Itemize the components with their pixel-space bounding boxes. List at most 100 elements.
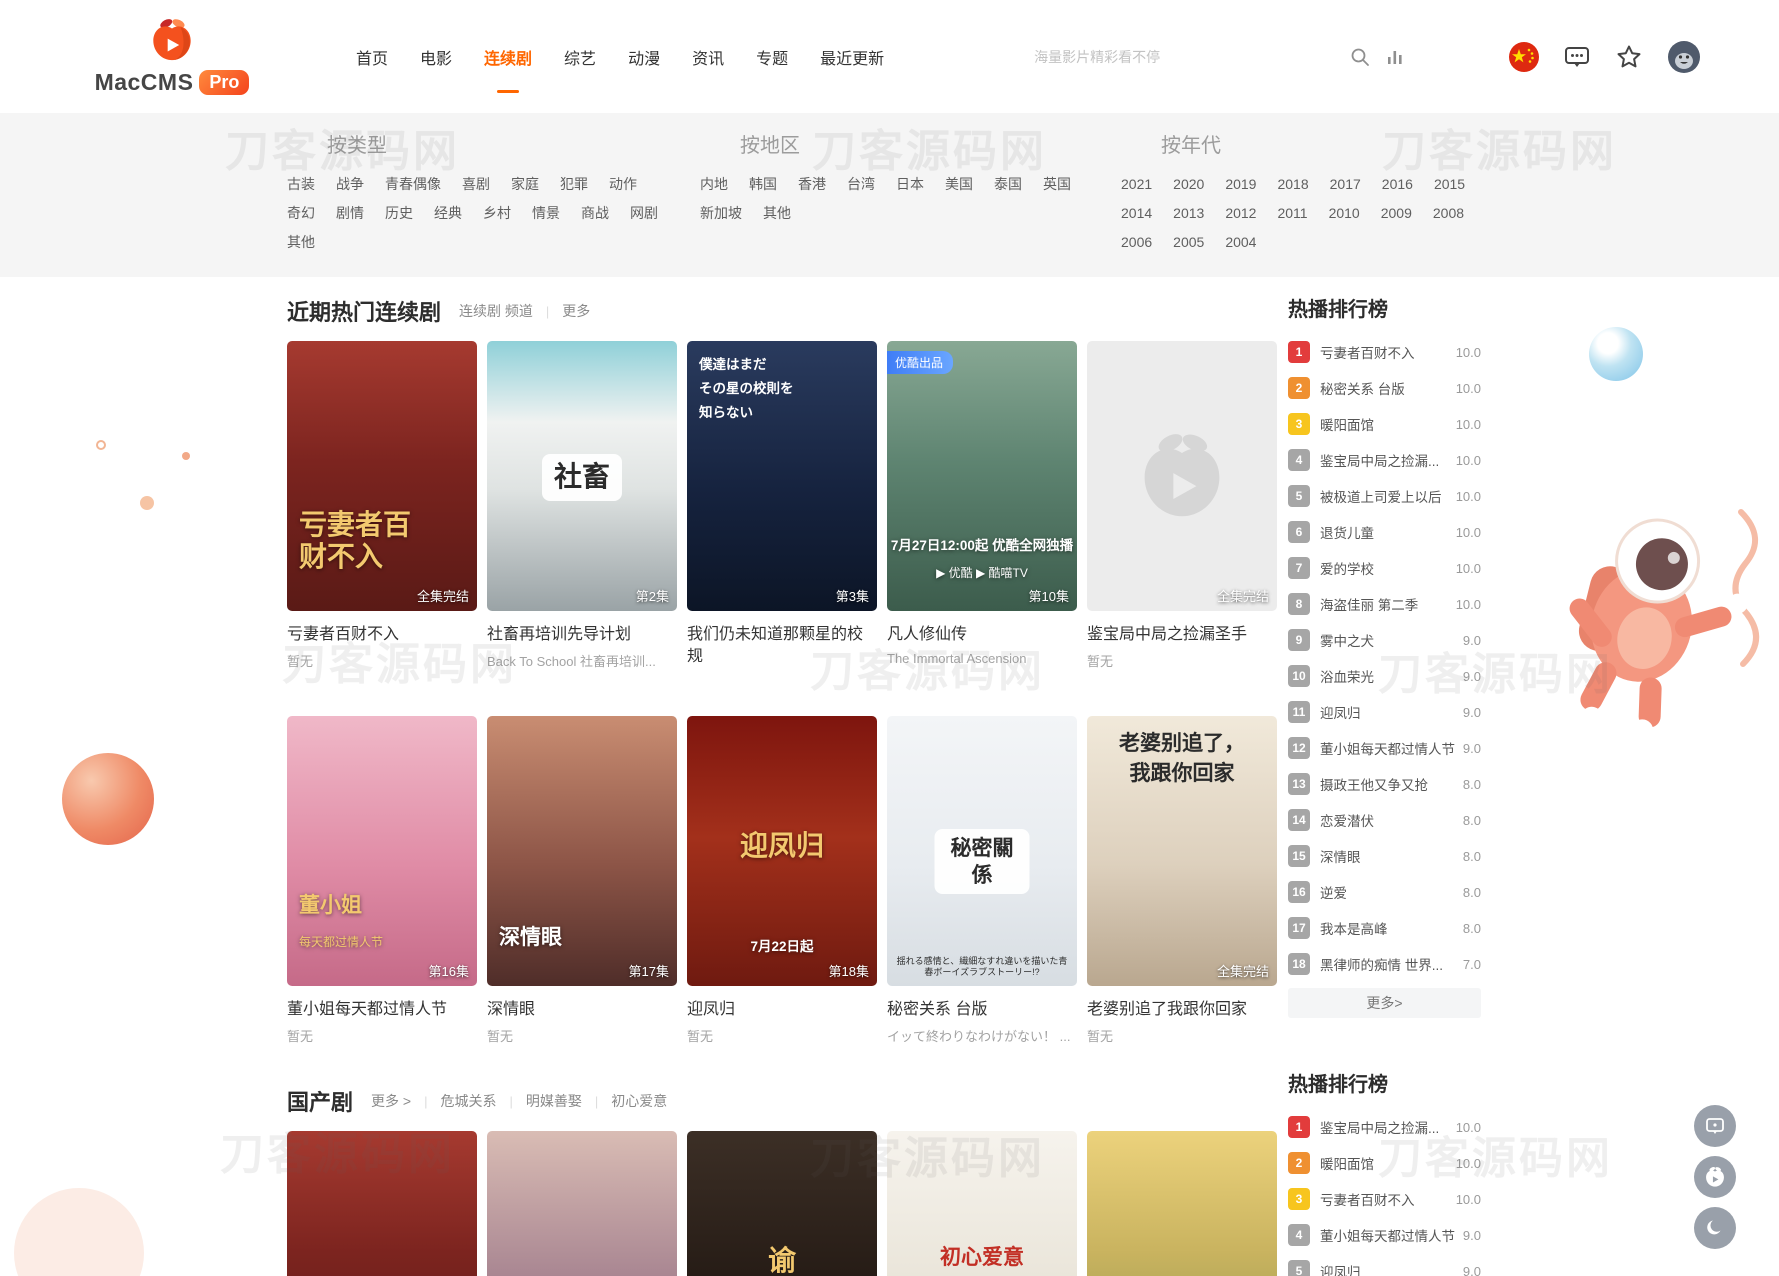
filter-tag[interactable]: 新加坡 [700,199,742,228]
filter-tag[interactable]: 剧情 [336,199,364,228]
rank-item[interactable]: 5迎凤归9.0 [1288,1253,1481,1276]
rank-item[interactable]: 5被极道上司爱上以后10.0 [1288,478,1481,514]
filter-tag[interactable]: 香港 [798,170,826,199]
filter-tag[interactable]: 2020 [1173,170,1204,199]
video-card[interactable] [1087,1131,1277,1276]
filter-tag[interactable]: 乡村 [483,199,511,228]
filter-tag[interactable]: 泰国 [994,170,1022,199]
language-flag-icon[interactable] [1509,42,1539,72]
nav-item-连续剧[interactable]: 连续剧 [484,37,532,77]
rank-item[interactable]: 2秘密关系 台版10.0 [1288,370,1481,406]
video-title[interactable]: 我们仍未知道那颗星的校规 [687,624,877,668]
rank-item[interactable]: 9雾中之犬9.0 [1288,622,1481,658]
section-link[interactable]: 更多 [562,301,590,321]
rank-item[interactable]: 3暖阳面馆10.0 [1288,406,1481,442]
rank-item[interactable]: 4鉴宝局中局之捡漏...10.0 [1288,442,1481,478]
filter-tag[interactable]: 台湾 [847,170,875,199]
service-message-button[interactable] [1694,1105,1736,1147]
rank-item[interactable]: 18黑律师的痴情 世界...7.0 [1288,946,1481,982]
rank-item[interactable]: 8海盗佳丽 第二季10.0 [1288,586,1481,622]
rank-item[interactable]: 17我本是高峰8.0 [1288,910,1481,946]
filter-tag[interactable]: 动作 [609,170,637,199]
filter-tag[interactable]: 美国 [945,170,973,199]
filter-tag[interactable]: 2005 [1173,228,1204,257]
rank-item[interactable]: 6退货儿童10.0 [1288,514,1481,550]
filter-tag[interactable]: 韩国 [749,170,777,199]
section-link[interactable]: 连续剧 频道 [459,301,533,321]
filter-tag[interactable]: 犯罪 [560,170,588,199]
rank-item[interactable]: 13摄政王他又争又抢8.0 [1288,766,1481,802]
filter-tag[interactable]: 2018 [1277,170,1308,199]
filter-tag[interactable]: 2012 [1225,199,1256,228]
filter-tag[interactable]: 2011 [1277,199,1307,228]
search-icon[interactable] [1350,47,1370,67]
filter-tag[interactable]: 2008 [1433,199,1464,228]
site-logo[interactable]: MacCMS Pro [96,17,248,96]
filter-tag[interactable]: 2013 [1173,199,1204,228]
filter-tag[interactable]: 2006 [1121,228,1152,257]
rank-item[interactable]: 1鉴宝局中局之捡漏...10.0 [1288,1109,1481,1145]
nav-item-最近更新[interactable]: 最近更新 [820,37,884,77]
message-icon[interactable] [1563,43,1591,71]
filter-tag[interactable]: 其他 [763,199,791,228]
rank-item[interactable]: 4董小姐每天都过情人节9.0 [1288,1217,1481,1253]
nav-item-首页[interactable]: 首页 [356,37,388,77]
video-title[interactable]: 亏妻者百财不入 [287,624,477,646]
section-link[interactable]: 明媒善娶 [526,1091,582,1111]
search-input[interactable] [1034,49,1334,65]
rank-item[interactable]: 15深情眼8.0 [1288,838,1481,874]
rank-item[interactable]: 2暖阳面馆10.0 [1288,1145,1481,1181]
filter-tag[interactable]: 青春偶像 [385,170,441,199]
video-title[interactable]: 鉴宝局中局之捡漏圣手 [1087,624,1277,646]
user-avatar[interactable] [1667,40,1701,74]
filter-tag[interactable]: 古装 [287,170,315,199]
video-card[interactable]: 老婆别追了，我跟你回家全集完结老婆别追了我跟你回家暂无 [1087,716,1277,1045]
video-card[interactable]: 僕達はまだその星の校則を知らない第3集我们仍未知道那颗星的校规 [687,341,877,690]
dark-mode-moon-button[interactable] [1694,1207,1736,1249]
filter-tag[interactable]: 2015 [1434,170,1465,199]
filter-tag[interactable]: 英国 [1043,170,1071,199]
video-title[interactable]: 迎凤归 [687,999,877,1021]
video-card[interactable]: 亏妻者百财不入全集完结亏妻者百财不入暂无 [287,341,477,690]
filter-tag[interactable]: 2021 [1121,170,1152,199]
filter-tag[interactable]: 2010 [1329,199,1360,228]
section-link[interactable]: 初心爱意 [611,1091,667,1111]
nav-item-资讯[interactable]: 资讯 [692,37,724,77]
video-card[interactable]: 7月27日12:00起 优酷全网独播▶ 优酷 ▶ 酷喵TV优酷出品第10集凡人修… [887,341,1077,690]
rank-item[interactable]: 11迎凤归9.0 [1288,694,1481,730]
video-card[interactable]: 迎凤归7月22日起第18集迎凤归暂无 [687,716,877,1045]
ranking-chart-icon[interactable] [1386,48,1404,66]
filter-tag[interactable]: 情景 [532,199,560,228]
rank-item[interactable]: 3亏妻者百财不入10.0 [1288,1181,1481,1217]
filter-tag[interactable]: 其他 [287,228,315,257]
filter-tag[interactable]: 经典 [434,199,462,228]
filter-tag[interactable]: 战争 [336,170,364,199]
rank-item[interactable]: 1亏妻者百财不入10.0 [1288,334,1481,370]
video-title[interactable]: 秘密关系 台版 [887,999,1077,1021]
filter-tag[interactable]: 喜剧 [462,170,490,199]
video-card[interactable]: 社畜第2集社畜再培训先导计划Back To School 社畜再培训... [487,341,677,690]
nav-item-电影[interactable]: 电影 [420,37,452,77]
filter-tag[interactable]: 网剧 [630,199,658,228]
apple-app-button[interactable] [1694,1156,1736,1198]
rank-item[interactable]: 14恋爱潜伏8.0 [1288,802,1481,838]
rank-item[interactable]: 10浴血荣光9.0 [1288,658,1481,694]
filter-tag[interactable]: 2004 [1225,228,1256,257]
filter-tag[interactable]: 家庭 [511,170,539,199]
video-title[interactable]: 社畜再培训先导计划 [487,624,677,646]
rank-item[interactable]: 16逆爱8.0 [1288,874,1481,910]
filter-tag[interactable]: 历史 [385,199,413,228]
nav-item-综艺[interactable]: 综艺 [564,37,596,77]
video-card[interactable]: 谕心 [687,1131,877,1276]
filter-tag[interactable]: 2014 [1121,199,1152,228]
video-card[interactable]: 董小姐每天都过情人节第16集董小姐每天都过情人节暂无 [287,716,477,1045]
rank-item[interactable]: 12董小姐每天都过情人节9.0 [1288,730,1481,766]
filter-tag[interactable]: 2017 [1330,170,1361,199]
video-title[interactable]: 董小姐每天都过情人节 [287,999,477,1021]
filter-tag[interactable]: 日本 [896,170,924,199]
video-title[interactable]: 深情眼 [487,999,677,1021]
section-link[interactable]: 更多 > [371,1091,411,1111]
video-card[interactable]: 全集完结鉴宝局中局之捡漏圣手暂无 [1087,341,1277,690]
ranking-more-button[interactable]: 更多> [1288,988,1481,1018]
filter-tag[interactable]: 2019 [1225,170,1256,199]
